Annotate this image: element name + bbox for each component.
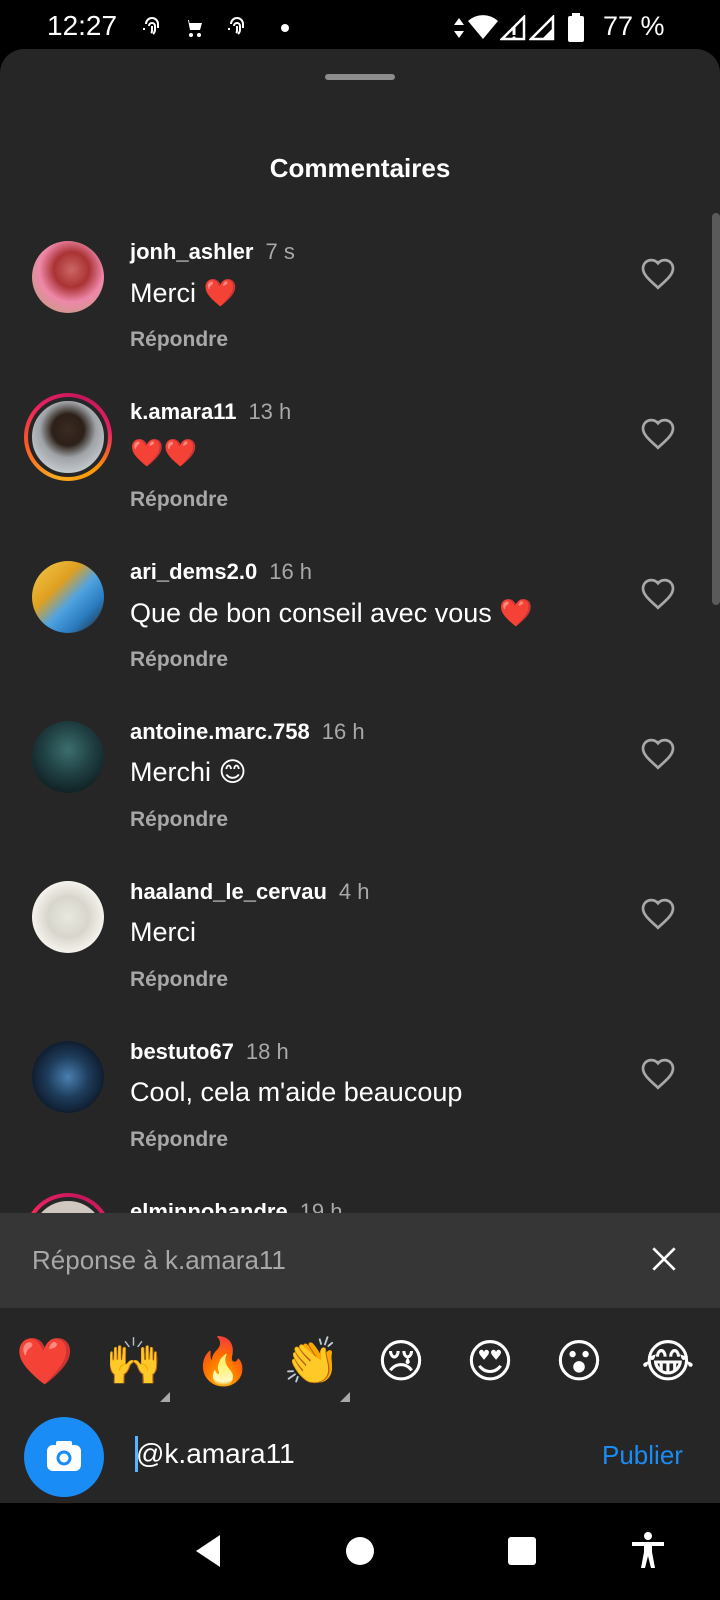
notification-dot	[281, 24, 289, 32]
comment-text: ❤️❤️	[130, 438, 198, 468]
comment-username[interactable]: antoine.marc.758 16 h	[130, 719, 365, 745]
comment-text: Merci ❤️	[130, 278, 238, 308]
recents-icon[interactable]	[498, 1527, 546, 1575]
signal-icon	[528, 14, 556, 42]
comment-time: 7 s	[265, 239, 295, 264]
signal-icon	[499, 14, 527, 42]
comment-username[interactable]: haaland_le_cervau 4 h	[130, 879, 370, 905]
comment-username[interactable]: jonh_ashler 7 s	[130, 239, 295, 265]
comment-item: antoine.marc.758 16 h Merchi 😊 Répondre	[0, 699, 720, 859]
drag-handle[interactable]	[325, 74, 395, 80]
status-bar: 12:27 77 %	[0, 0, 720, 56]
skin-tone-indicator	[160, 1392, 170, 1402]
cart-icon	[181, 14, 207, 42]
comment-username[interactable]: k.amara11 13 h	[130, 399, 291, 425]
back-icon[interactable]	[184, 1527, 232, 1575]
heart-icon[interactable]	[640, 737, 676, 773]
sheet-title: Commentaires	[269, 153, 451, 183]
wifi-icon	[467, 14, 499, 42]
reply-button[interactable]: Répondre	[130, 808, 228, 832]
emoji-heart[interactable]: ❤️	[16, 1332, 74, 1390]
navigation-bar	[0, 1503, 720, 1600]
reply-button[interactable]: Répondre	[130, 328, 228, 352]
heart-icon[interactable]	[640, 897, 676, 933]
comment-text: Cool, cela m'aide beaucoup	[130, 1077, 463, 1107]
heart-icon[interactable]	[640, 577, 676, 613]
camera-icon	[47, 1441, 81, 1471]
emoji-clapping-hands[interactable]: 👏	[283, 1332, 341, 1390]
comment-input[interactable]: @k.amara11	[136, 1438, 295, 1470]
battery-icon	[565, 13, 587, 42]
comment-text: Que de bon conseil avec vous ❤️	[130, 598, 533, 628]
reply-banner: Réponse à k.amara11	[0, 1213, 720, 1308]
camera-button[interactable]	[24, 1417, 104, 1497]
avatar[interactable]	[32, 561, 104, 633]
reply-button[interactable]: Répondre	[130, 1128, 228, 1152]
comment-time: 18 h	[245, 1039, 289, 1064]
skin-tone-indicator	[340, 1392, 350, 1402]
heart-icon[interactable]	[640, 257, 676, 293]
reply-banner-label: Réponse à k.amara11	[32, 1245, 286, 1275]
close-icon[interactable]	[648, 1243, 680, 1275]
comment-item: bestuto67 18 h Cool, cela m'aide beaucoup…	[0, 1019, 720, 1179]
quick-reaction-bar: ❤️ 🙌 🔥 👏 😢 😍 😮 😂	[0, 1308, 720, 1408]
avatar[interactable]	[24, 393, 112, 481]
emoji-fire[interactable]: 🔥	[194, 1332, 252, 1390]
heart-icon[interactable]	[640, 417, 676, 453]
publish-button[interactable]: Publier	[602, 1440, 683, 1471]
battery-percent: 77 %	[603, 11, 665, 41]
accessibility-icon[interactable]	[624, 1527, 672, 1575]
avatar[interactable]	[32, 241, 104, 313]
comment-item: k.amara11 13 h ❤️❤️ Répondre	[0, 379, 720, 539]
comment-composer: @k.amara11 Publier	[0, 1408, 720, 1503]
reply-button[interactable]: Répondre	[130, 488, 228, 512]
comment-time: 16 h	[321, 719, 365, 744]
comment-time: 16 h	[269, 559, 313, 584]
reply-button[interactable]: Répondre	[130, 648, 228, 672]
comment-time: 13 h	[248, 399, 292, 424]
emoji-crying-face[interactable]: 😢	[372, 1332, 430, 1390]
heart-icon[interactable]	[640, 1057, 676, 1093]
comment-time: 4 h	[338, 879, 370, 904]
comment-item: ari_dems2.0 16 h Que de bon conseil avec …	[0, 539, 720, 699]
comment-text: Merci	[130, 917, 196, 947]
avatar[interactable]	[32, 721, 104, 793]
comment-list: jonh_ashler 7 s Merci ❤️ Répondre k.amara…	[0, 219, 720, 1339]
fingerprint-icon	[139, 14, 165, 42]
home-icon[interactable]	[336, 1527, 384, 1575]
emoji-raising-hands[interactable]: 🙌	[105, 1332, 163, 1390]
avatar[interactable]	[32, 1041, 104, 1113]
reply-button[interactable]: Répondre	[130, 968, 228, 992]
comment-username[interactable]: bestuto67 18 h	[130, 1039, 289, 1065]
fingerprint-icon	[224, 14, 250, 42]
comment-username[interactable]: ari_dems2.0 16 h	[130, 559, 312, 585]
comment-item: jonh_ashler 7 s Merci ❤️ Répondre	[0, 219, 720, 379]
comment-text: Merchi 😊	[130, 757, 247, 787]
emoji-heart-eyes[interactable]: 😍	[461, 1332, 519, 1390]
data-arrows-icon	[451, 14, 467, 42]
comments-sheet: Commentaires jonh_ashler 7 s Merci ❤️ Rép…	[0, 49, 720, 1503]
emoji-tears-of-joy[interactable]: 😂	[639, 1332, 697, 1390]
comment-item: haaland_le_cervau 4 h Merci Répondre	[0, 859, 720, 1019]
status-time: 12:27	[47, 10, 118, 41]
emoji-surprised-face[interactable]: 😮	[550, 1332, 608, 1390]
avatar[interactable]	[32, 881, 104, 953]
